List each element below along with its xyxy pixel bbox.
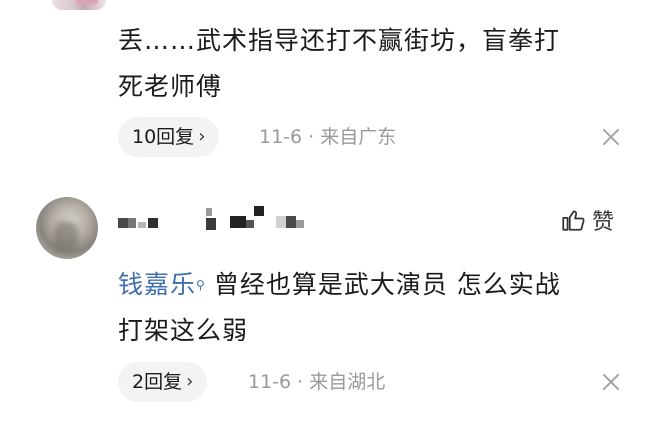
comment-2-line-1: 钱嘉乐⚲ 曾经也算是武大演员 怎么实战: [118, 262, 638, 308]
thumbs-up-icon: [562, 210, 585, 231]
comment-1-text: 丢……武术指导还打不赢街坊，盲拳打 死老师傅: [118, 18, 638, 110]
comment-2-text: 钱嘉乐⚲ 曾经也算是武大演员 怎么实战 打架这么弱: [118, 262, 638, 354]
chevron-right-icon: ›: [198, 126, 206, 147]
comment-2-meta: 11-6 · 来自湖北: [248, 371, 386, 393]
chevron-right-icon: ›: [186, 371, 194, 392]
comment-2-line-1-text: 曾经也算是武大演员 怎么实战: [213, 270, 561, 299]
comment-1-line-1: 丢……武术指导还打不赢街坊，盲拳打: [118, 26, 561, 55]
location-pin-icon: ⚲: [196, 278, 206, 292]
mention-link[interactable]: 钱嘉乐: [118, 270, 196, 299]
like-button[interactable]: 赞: [560, 204, 614, 236]
comment-1-meta: 11-6 · 来自广东: [259, 126, 397, 148]
comment-thread: 丢……武术指导还打不赢街坊，盲拳打 死老师傅 10回复 › 11-6 · 来自广…: [0, 0, 660, 426]
close-icon[interactable]: [600, 126, 622, 148]
close-icon[interactable]: [600, 371, 622, 393]
comment-2-replies-button[interactable]: 2回复 ›: [118, 362, 208, 402]
comment-2-line-2: 打架这么弱: [118, 316, 249, 345]
comment-1-replies-button[interactable]: 10回复 ›: [118, 117, 220, 157]
comment-2-replies-label: 2回复: [132, 371, 183, 393]
avatar[interactable]: [36, 197, 98, 259]
comment-1-replies-label: 10回复: [132, 126, 195, 148]
like-label: 赞: [592, 210, 615, 235]
username-redacted[interactable]: [118, 206, 318, 236]
previous-avatar[interactable]: [52, 0, 106, 10]
comment-1-line-2: 死老师傅: [118, 72, 223, 101]
